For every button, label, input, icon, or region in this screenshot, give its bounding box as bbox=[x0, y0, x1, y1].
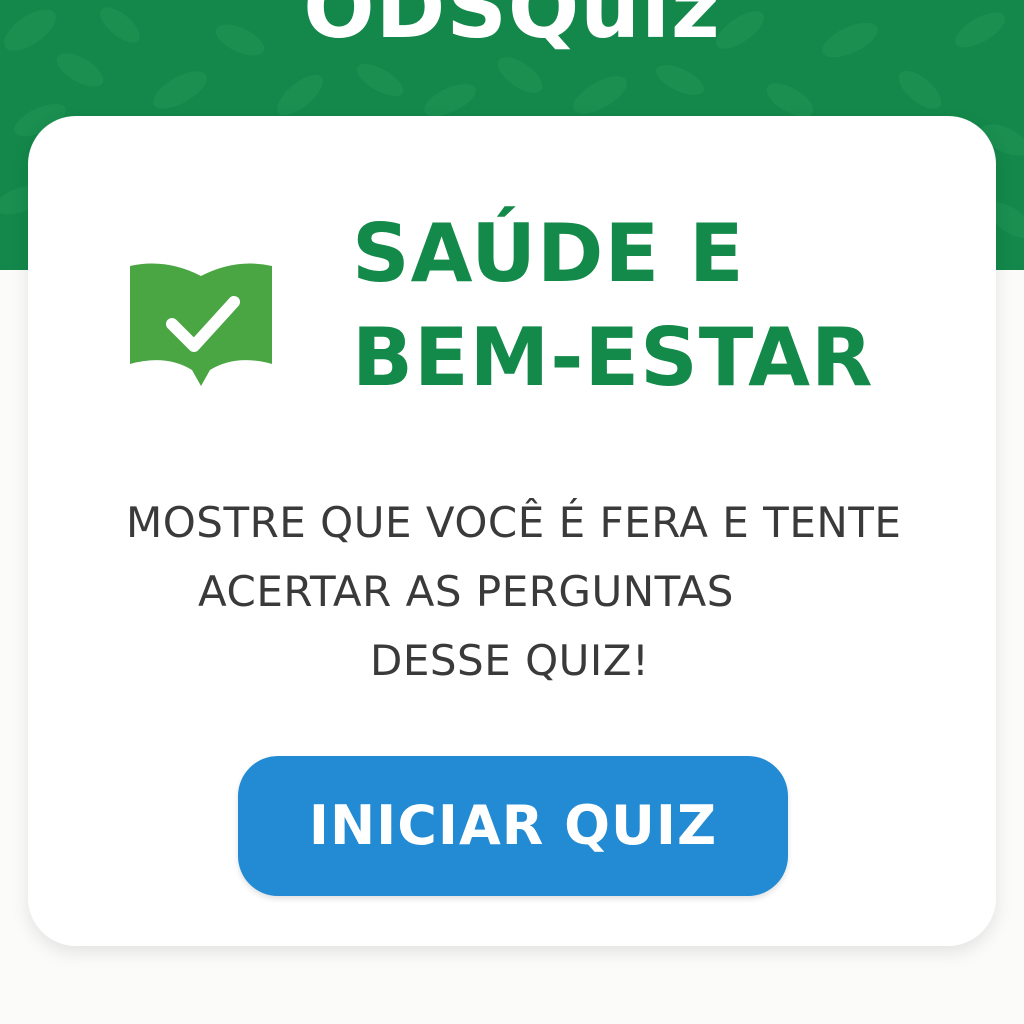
intro-text-line-1: MOSTRE QUE VOCÊ É FERA E TENTE bbox=[126, 498, 902, 547]
app-title: ODSQuiz bbox=[303, 0, 721, 57]
book-check-icon bbox=[130, 263, 272, 386]
intro-text-line-3: DESSE QUIZ! bbox=[370, 636, 650, 685]
topic-title: SAÚDE E BEM-ESTAR bbox=[352, 202, 992, 410]
intro-text-line-2: ACERTAR AS PERGUNTAS bbox=[198, 567, 734, 616]
start-quiz-button[interactable]: INICIAR QUIZ bbox=[238, 756, 788, 896]
topic-title-line-1: SAÚDE E bbox=[352, 207, 745, 300]
topic-title-line-2: BEM-ESTAR bbox=[352, 311, 874, 404]
